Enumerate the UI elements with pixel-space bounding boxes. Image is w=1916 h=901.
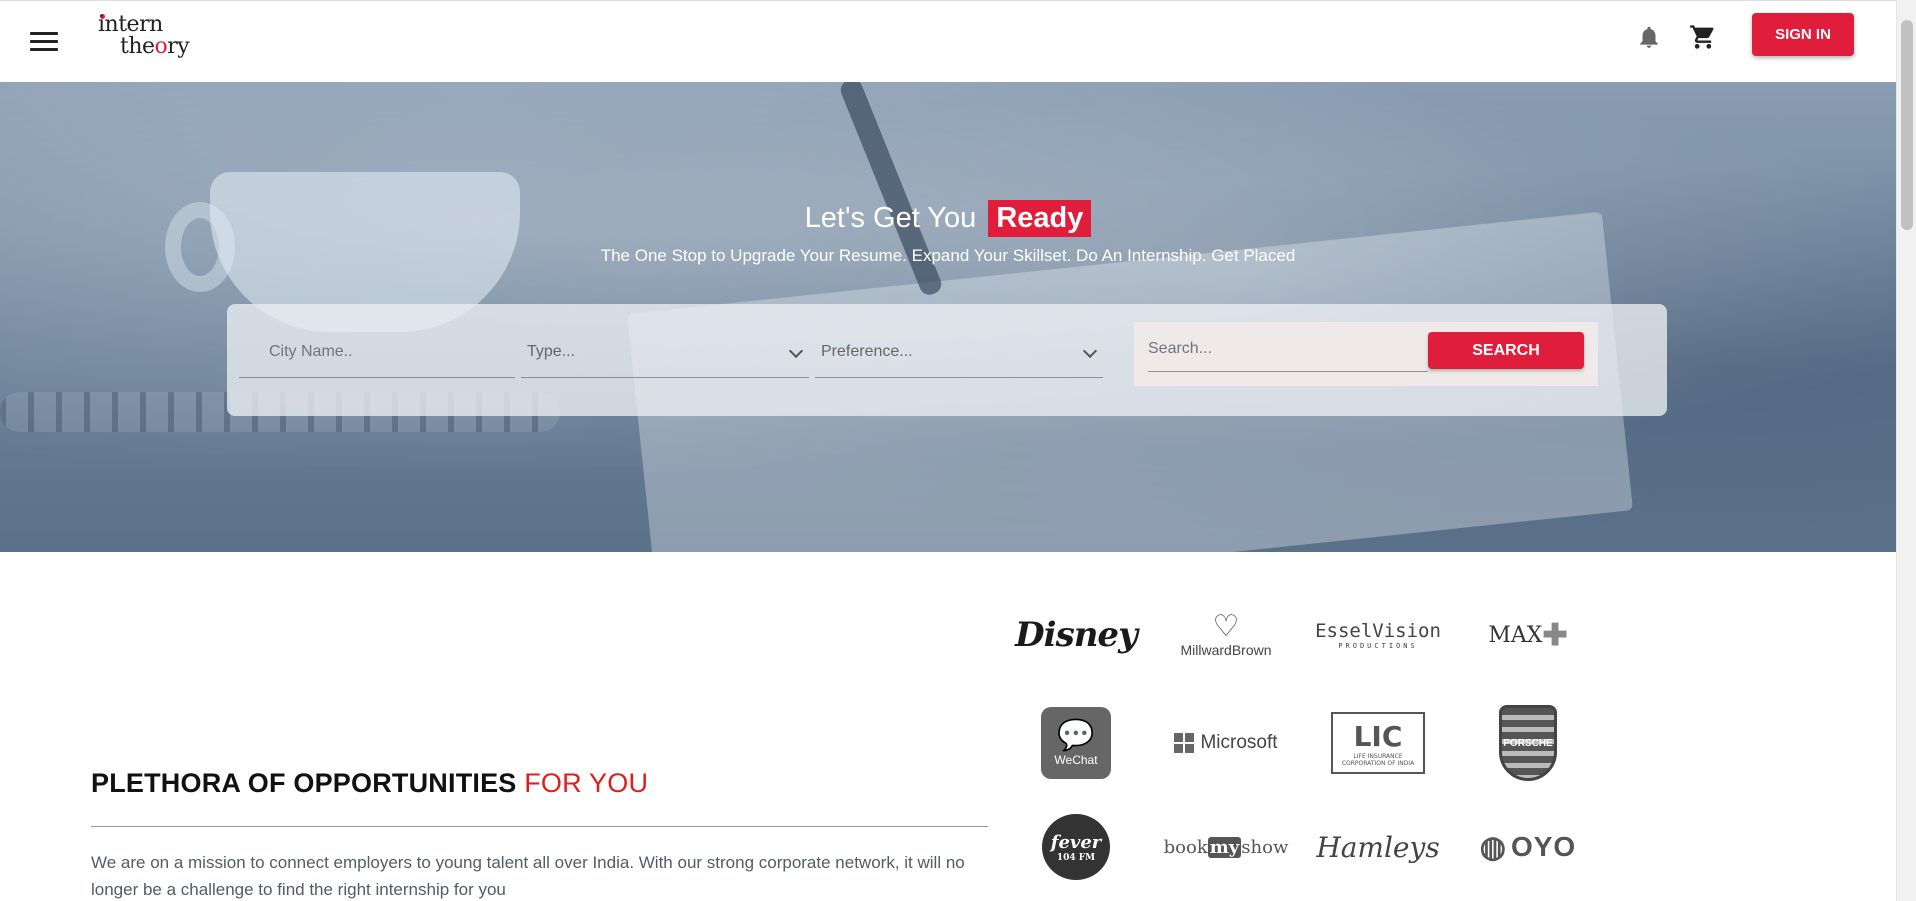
scrollbar-thumb[interactable] bbox=[1901, 20, 1913, 230]
section-divider bbox=[91, 826, 988, 827]
essel-vision-logo: EsselVision PRODUCTIONS bbox=[1315, 590, 1441, 680]
lic-label: LIC bbox=[1353, 719, 1403, 753]
bookmyshow-logo: book my show bbox=[1163, 836, 1289, 858]
windows-squares-icon bbox=[1174, 733, 1195, 753]
max-label: MAX bbox=[1488, 622, 1543, 648]
keyword-search-box: SEARCH bbox=[1134, 322, 1598, 386]
preference-select-display[interactable]: Preference... bbox=[815, 328, 1103, 376]
disney-logo: Disney bbox=[1015, 615, 1138, 655]
microsoft-label: Microsoft bbox=[1200, 732, 1278, 753]
keyword-search-field bbox=[1148, 328, 1428, 372]
essel-vision-label: EsselVision bbox=[1315, 620, 1441, 642]
essel-vision-sublabel: PRODUCTIONS bbox=[1338, 642, 1418, 650]
porsche-logo-cell: PORSCHE bbox=[1469, 698, 1587, 788]
hero-banner: Let's Get You Ready The One Stop to Upgr… bbox=[0, 82, 1896, 552]
city-field bbox=[239, 328, 515, 378]
wechat-label: WeChat bbox=[1054, 753, 1098, 767]
logo-line2: theory bbox=[120, 34, 190, 59]
opportunities-description: We are on a mission to connect employers… bbox=[91, 853, 965, 899]
chevron-down-icon bbox=[1082, 343, 1098, 359]
microsoft-logo: Microsoft bbox=[1167, 698, 1285, 788]
top-navbar: intern theory SIGN IN bbox=[0, 0, 1896, 82]
fever-fm-logo: fever 104 FM bbox=[1042, 814, 1110, 880]
page-scrollbar[interactable] bbox=[1896, 0, 1916, 901]
opportunities-heading-accent: FOR YOU bbox=[524, 768, 649, 798]
plus-icon: ✚ bbox=[1542, 617, 1568, 653]
keyword-search-input[interactable] bbox=[1148, 328, 1428, 370]
hero-title-highlight: Ready bbox=[988, 200, 1092, 237]
max-healthcare-logo: MAX ✚ bbox=[1469, 590, 1587, 680]
type-select-display[interactable]: Type... bbox=[521, 328, 809, 376]
preference-select-placeholder: Preference... bbox=[821, 343, 913, 360]
search-panel: Type... Preference... SEARCH bbox=[227, 304, 1667, 416]
oyo-label: OYO bbox=[1510, 831, 1577, 862]
chat-bubble-icon: 💬 bbox=[1057, 719, 1095, 752]
porsche-label: PORSCHE bbox=[1503, 737, 1553, 749]
sign-in-button[interactable]: SIGN IN bbox=[1752, 13, 1854, 56]
porsche-crest-logo: PORSCHE bbox=[1499, 705, 1557, 781]
hero-subtitle: The One Stop to Upgrade Your Resume. Exp… bbox=[600, 246, 1296, 265]
millward-brown-logo: ♡ MillwardBrown bbox=[1167, 590, 1285, 680]
chevron-down-icon bbox=[788, 343, 804, 359]
city-name-input[interactable] bbox=[239, 328, 515, 376]
intern-theory-logo[interactable]: intern theory bbox=[98, 12, 190, 62]
millward-brown-heart-icon: ♡ bbox=[1212, 610, 1240, 643]
shopping-cart-icon[interactable] bbox=[1689, 23, 1717, 51]
bulb-icon: ◍ bbox=[1479, 830, 1507, 864]
opportunities-heading-main: PLETHORA OF OPPORTUNITIES bbox=[91, 768, 517, 798]
preference-select[interactable]: Preference... bbox=[815, 328, 1103, 378]
fever-label: fever bbox=[1050, 831, 1102, 853]
hero-title: Let's Get You Ready bbox=[0, 200, 1896, 237]
opportunities-heading: PLETHORA OF OPPORTUNITIES FOR YOU bbox=[91, 768, 648, 799]
wechat-logo: 💬 WeChat bbox=[1041, 707, 1111, 779]
wechat-logo-cell: 💬 WeChat bbox=[1017, 698, 1135, 788]
oyo-logo: ◍ OYO bbox=[1469, 802, 1587, 892]
millward-brown-label: MillwardBrown bbox=[1180, 642, 1272, 658]
partner-logos-grid: Disney ♡ MillwardBrown EsselVision PRODU… bbox=[1015, 590, 1577, 892]
lic-sublabel: LIFE INSURANCE CORPORATION OF INDIA bbox=[1341, 752, 1415, 767]
fever-fm-logo-cell: fever 104 FM bbox=[1017, 802, 1135, 892]
search-button[interactable]: SEARCH bbox=[1428, 332, 1584, 369]
lic-logo: LIC LIFE INSURANCE CORPORATION OF INDIA bbox=[1331, 712, 1425, 774]
type-select-placeholder: Type... bbox=[527, 343, 576, 360]
hamburger-menu-icon[interactable] bbox=[30, 32, 58, 52]
type-select[interactable]: Type... bbox=[521, 328, 809, 378]
hero-title-prefix: Let's Get You bbox=[804, 202, 977, 234]
lic-logo-cell: LIC LIFE INSURANCE CORPORATION OF INDIA bbox=[1319, 698, 1437, 788]
hamleys-logo: Hamleys bbox=[1316, 830, 1440, 864]
notification-bell-icon[interactable] bbox=[1636, 23, 1662, 51]
fever-sublabel: 104 FM bbox=[1056, 852, 1096, 863]
